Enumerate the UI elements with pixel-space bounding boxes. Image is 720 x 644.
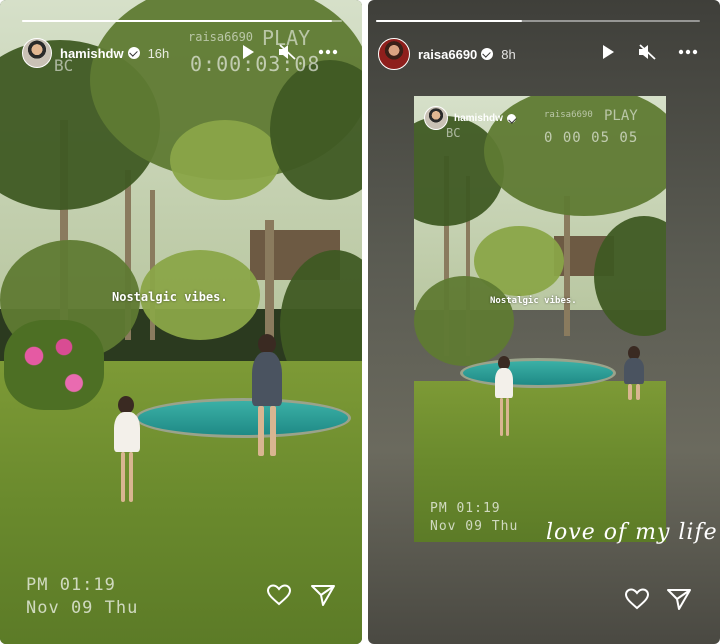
verified-badge-icon	[127, 47, 140, 59]
vhs-play-label: PLAY	[604, 108, 638, 124]
vhs-date-stamp: PM 01:19 Nov 09 Thu	[430, 500, 518, 535]
shared-story-card[interactable]: hamishdw raisa6690 PLAY BC 0 00 05 05 No…	[414, 96, 666, 542]
mute-icon[interactable]	[278, 44, 296, 60]
send-icon[interactable]	[310, 582, 336, 608]
shared-caption: Nostalgic vibes.	[490, 296, 577, 306]
more-icon[interactable]	[678, 49, 698, 55]
story-controls	[600, 44, 698, 60]
verified-badge-icon	[481, 48, 494, 60]
vhs-date-stamp: PM 01:19 Nov 09 Thu	[26, 574, 138, 620]
send-icon[interactable]	[666, 586, 692, 612]
story-right[interactable]: raisa6690 8h hamishdw raisa6690 PLAY BC …	[368, 0, 720, 644]
vhs-date: Nov 09 Thu	[26, 597, 139, 618]
vhs-date: Nov 09 Thu	[430, 518, 519, 534]
vhs-time: PM 01:19	[26, 575, 116, 595]
story-progress-bar	[22, 20, 342, 22]
mute-icon[interactable]	[638, 44, 656, 60]
time-ago: 16h	[147, 45, 170, 61]
story-controls	[240, 44, 338, 60]
story-header: raisa6690 8h	[378, 38, 516, 70]
play-icon[interactable]	[600, 44, 616, 60]
vhs-bc-label: BC	[54, 56, 74, 75]
vhs-bc-label: BC	[446, 126, 461, 140]
vhs-timecode: 0 00 05 05	[544, 130, 639, 146]
story-photo	[0, 0, 362, 644]
handwritten-text: love of my life	[546, 520, 718, 545]
story-progress-bar	[376, 20, 700, 22]
heart-icon[interactable]	[624, 586, 650, 612]
avatar[interactable]	[378, 38, 410, 70]
shared-avatar[interactable]	[424, 106, 448, 130]
shared-story-header: hamishdw	[424, 106, 516, 130]
heart-icon[interactable]	[266, 582, 292, 608]
time-ago: 8h	[501, 46, 516, 62]
vhs-overlay-text: raisa6690	[544, 110, 593, 120]
story-left[interactable]: hamishdw 16h raisa6690 PLAY BC 0:00:03:0…	[0, 0, 362, 644]
verified-badge-icon	[506, 113, 516, 123]
vhs-overlay-text: raisa6690	[188, 30, 254, 44]
username[interactable]: raisa6690	[418, 47, 477, 62]
play-icon[interactable]	[240, 44, 256, 60]
shared-username[interactable]: hamishdw	[454, 113, 503, 124]
story-caption: Nostalgic vibes.	[112, 290, 228, 304]
avatar[interactable]	[22, 38, 52, 68]
story-header: hamishdw 16h	[22, 38, 169, 68]
more-icon[interactable]	[318, 49, 338, 55]
vhs-time: PM 01:19	[430, 501, 501, 516]
